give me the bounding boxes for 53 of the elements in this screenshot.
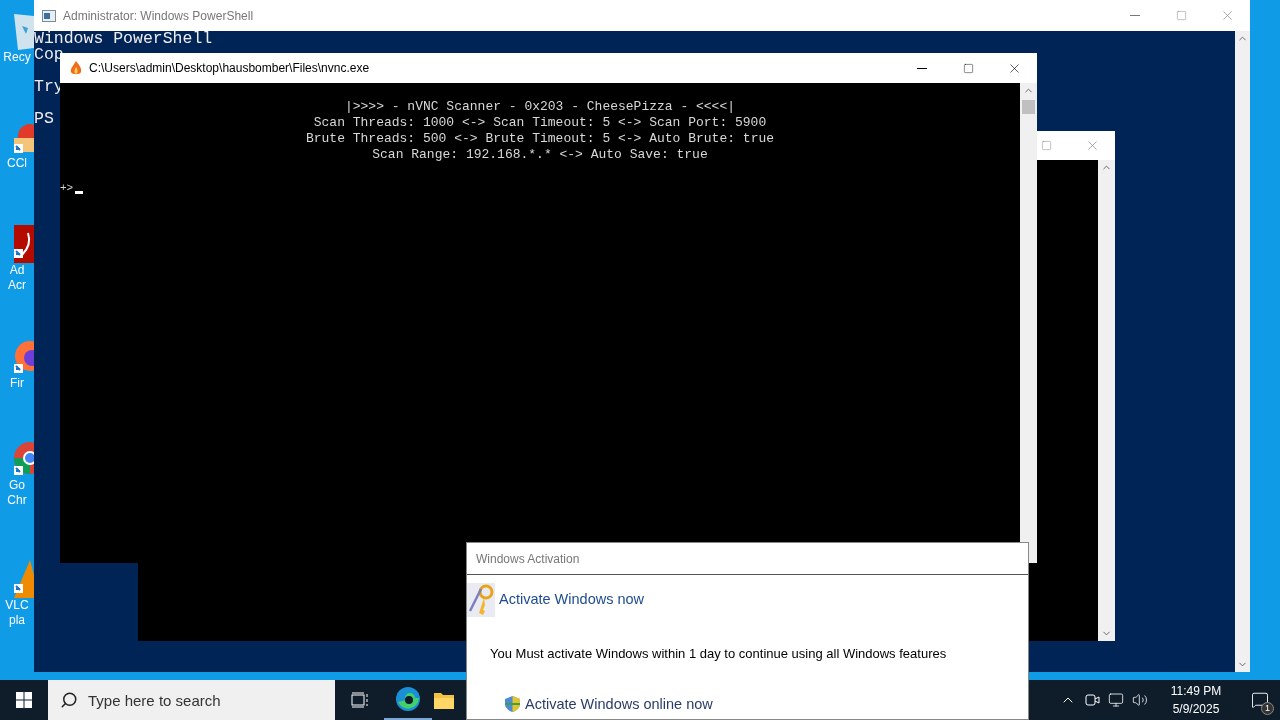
maximize-icon — [1175, 10, 1187, 21]
dialog-title: Windows Activation — [476, 550, 580, 568]
dialog-heading: Activate Windows now — [499, 590, 645, 610]
key-icon — [467, 583, 495, 617]
icon-label: CCl — [7, 156, 27, 171]
cursor — [75, 191, 84, 194]
icon-label: Ad — [9, 263, 25, 278]
clock-date: 5/9/2025 — [1172, 701, 1220, 718]
scrollbar[interactable] — [1020, 83, 1037, 563]
prompt: +> — [60, 181, 74, 195]
folder-icon — [434, 691, 454, 709]
icon-label: Fir — [10, 376, 24, 391]
console-line: Windows PowerShell — [34, 31, 213, 47]
window-title: Administrator: Windows PowerShell — [63, 7, 254, 25]
console-line: Scan Range: 192.168.*.* <-> Auto Save: true — [372, 147, 708, 163]
task-view-icon — [351, 692, 369, 708]
icon-label: Recy — [3, 50, 31, 65]
minimize-icon — [1130, 15, 1140, 16]
browser-icon — [395, 686, 421, 712]
clock[interactable]: 11:49 PM 5/9/2025 — [1162, 680, 1230, 720]
console-line: PS — [34, 111, 54, 127]
icon-label: Go — [9, 478, 25, 493]
notification-badge: 1 — [1261, 702, 1274, 715]
console-line: Scan Threads: 1000 <-> Scan Timeout: 5 <-> Scan Port: 5900 — [313, 115, 767, 131]
scroll-thumb[interactable] — [1022, 100, 1035, 114]
pdf-icon — [14, 225, 34, 263]
volume-icon — [1132, 692, 1148, 708]
icon-label: Acr — [8, 278, 26, 293]
console-icon — [42, 9, 56, 22]
traffic-cone-icon — [14, 560, 34, 598]
window-title: C:\Users\admin\Desktop\hausbomber\Files\nvnc.exe — [89, 60, 370, 77]
camera-icon — [1084, 692, 1100, 708]
icon-label: Chr — [7, 493, 27, 508]
windows-logo-icon — [16, 692, 32, 708]
console-line: |>>>> - nVNC Scanner - 0x203 - CheesePizza - <<<<| — [344, 99, 736, 115]
scrollbar[interactable] — [1098, 160, 1115, 641]
icon-label: pla — [9, 613, 25, 628]
notification-icon — [1251, 691, 1269, 709]
notifications-button[interactable]: 1 — [1240, 680, 1280, 720]
shield-icon — [505, 696, 520, 713]
minimize-icon — [917, 67, 927, 69]
search-icon — [60, 691, 78, 709]
network-icon — [1108, 692, 1124, 708]
maximize-icon — [962, 62, 974, 74]
console-line: Brute Threads: 500 <-> Brute Timeout: 5 <-> Auto Brute: true — [305, 131, 775, 147]
activate-online-link[interactable]: Activate Windows online now — [505, 693, 1028, 716]
flame-icon — [70, 60, 82, 76]
search-field[interactable]: Type here to search — [48, 680, 335, 720]
clock-time: 11:49 PM — [1170, 683, 1222, 700]
dialog-message: You Must activate Windows within 1 day to continue using all Windows features — [490, 645, 948, 663]
scrollbar[interactable] — [1235, 31, 1250, 672]
icon-label: VLC — [5, 598, 29, 613]
maximize-icon — [1041, 140, 1052, 151]
